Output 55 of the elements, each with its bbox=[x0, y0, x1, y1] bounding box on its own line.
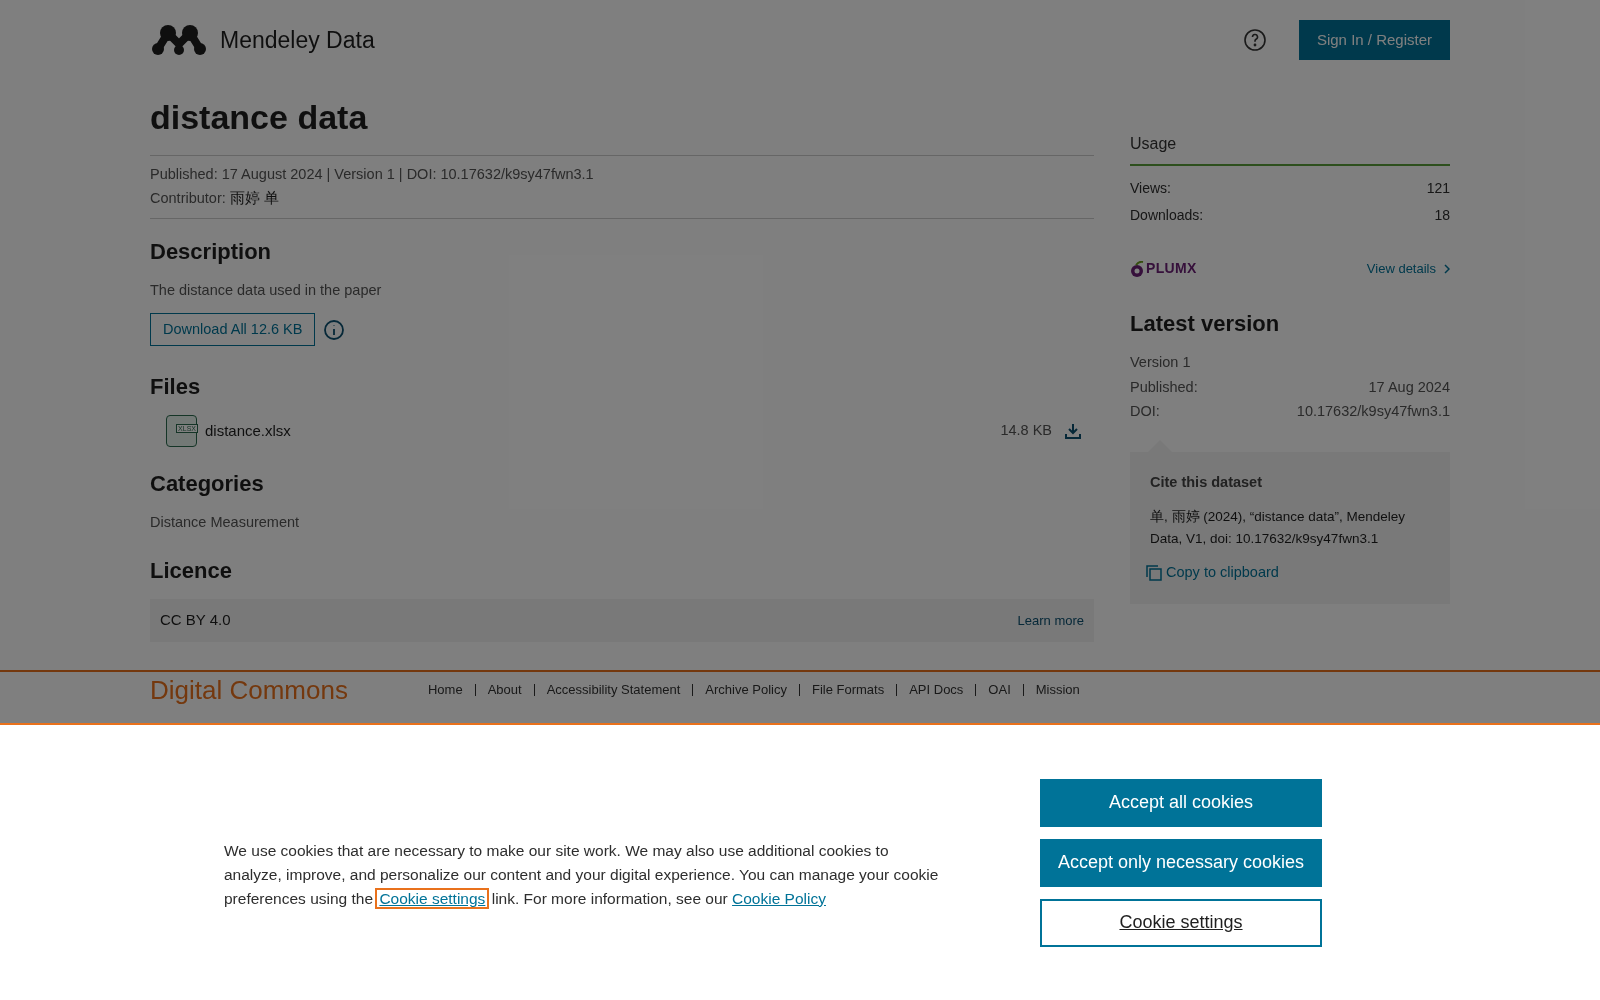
contributor-label: Contributor: bbox=[150, 188, 226, 208]
section-heading: Description bbox=[150, 237, 272, 266]
cookie-link[interactable]: Cookie Policy bbox=[732, 889, 826, 907]
cookie-button[interactable]: Accept only necessary cookies bbox=[1040, 838, 1322, 887]
download-icon[interactable] bbox=[1064, 422, 1082, 441]
help-icon[interactable] bbox=[1242, 28, 1267, 52]
footer-link[interactable]: Archive Policy bbox=[705, 682, 787, 698]
dataset-title: distance data bbox=[150, 97, 369, 138]
file-size: 14.8 KB bbox=[1000, 421, 1052, 441]
plum-icon bbox=[1130, 260, 1144, 277]
cookie-button[interactable]: Cookie settings bbox=[1040, 898, 1322, 947]
stat-value: 121 bbox=[1426, 179, 1450, 198]
view-details-link[interactable]: View details bbox=[1366, 258, 1450, 279]
footer-link[interactable]: Accessibility Statement bbox=[546, 682, 681, 698]
footer-link[interactable]: About bbox=[487, 682, 522, 698]
cookie-notice-text: We use cookies that are necessary to make our site work. We may also use additional cookies to analyze, improve, and personalize our content and your digital experience. You can manage your cookie preferences using the Cookie settings link. For more information, see our Cookie Policy bbox=[224, 840, 940, 909]
stat-value: 18 bbox=[1434, 206, 1450, 225]
cookie-link[interactable]: Cookie settings bbox=[377, 889, 488, 907]
logo-text: Mendeley Data bbox=[220, 25, 375, 55]
version-field-value: 17 Aug 2024 bbox=[1368, 377, 1450, 397]
sign-in-button[interactable]: Sign In / Register bbox=[1298, 20, 1450, 60]
footer-link[interactable]: Mission bbox=[1035, 682, 1080, 698]
contributor-name: 雨婷 单 bbox=[229, 188, 279, 208]
stat-label: Views: bbox=[1130, 179, 1171, 198]
download-all-button[interactable]: Download All 12.6 KB bbox=[150, 313, 316, 347]
citation-text: 单, 雨婷 (2024), “distance data”, Mendeley Data, V1, doi: 10.17632/k9sy47fwn3.1 bbox=[1149, 508, 1407, 548]
file-name[interactable]: distance.xlsx bbox=[205, 420, 291, 443]
version-field-label: DOI: bbox=[1130, 401, 1160, 421]
copy-icon bbox=[1146, 564, 1162, 581]
footer-link[interactable]: API Docs bbox=[909, 682, 964, 698]
stat-label: Downloads: bbox=[1130, 206, 1204, 225]
category-label: Distance Measurement bbox=[150, 513, 300, 533]
chevron-right-icon bbox=[1444, 263, 1450, 274]
footer-link[interactable]: File Formats bbox=[811, 682, 885, 698]
learn-more-link[interactable]: Learn more bbox=[1017, 610, 1084, 631]
section-heading: Licence bbox=[150, 557, 232, 585]
section-heading: Categories bbox=[150, 470, 264, 499]
version-label: Version 1 bbox=[1130, 353, 1192, 372]
description-text: The distance data used in the paper bbox=[150, 280, 383, 300]
copy-to-clipboard-button[interactable]: Copy to clipboard bbox=[1146, 562, 1279, 584]
licence-name: CC BY 4.0 bbox=[160, 610, 231, 631]
cite-title: Cite this dataset bbox=[1149, 473, 1263, 493]
version-field-label: Published: bbox=[1130, 377, 1198, 397]
dataset-meta: Published: 17 August 2024 | Version 1 | DOI: 10.17632/k9sy47fwn3.1 bbox=[150, 165, 595, 184]
cookie-button[interactable]: Accept all cookies bbox=[1040, 778, 1322, 827]
footer-link[interactable]: Home bbox=[427, 682, 463, 698]
section-heading: Files bbox=[150, 373, 201, 402]
latest-version-title: Latest version bbox=[1130, 310, 1281, 338]
footer-brand: Digital Commons bbox=[150, 676, 348, 704]
usage-title: Usage bbox=[1130, 132, 1450, 166]
info-icon[interactable] bbox=[323, 318, 346, 341]
plumx-logo-text: PLUMX bbox=[1146, 259, 1197, 278]
footer-link[interactable]: OAI bbox=[988, 682, 1011, 698]
version-field-value: 10.17632/k9sy47fwn3.1 bbox=[1296, 401, 1450, 421]
logo-icon bbox=[150, 24, 208, 56]
